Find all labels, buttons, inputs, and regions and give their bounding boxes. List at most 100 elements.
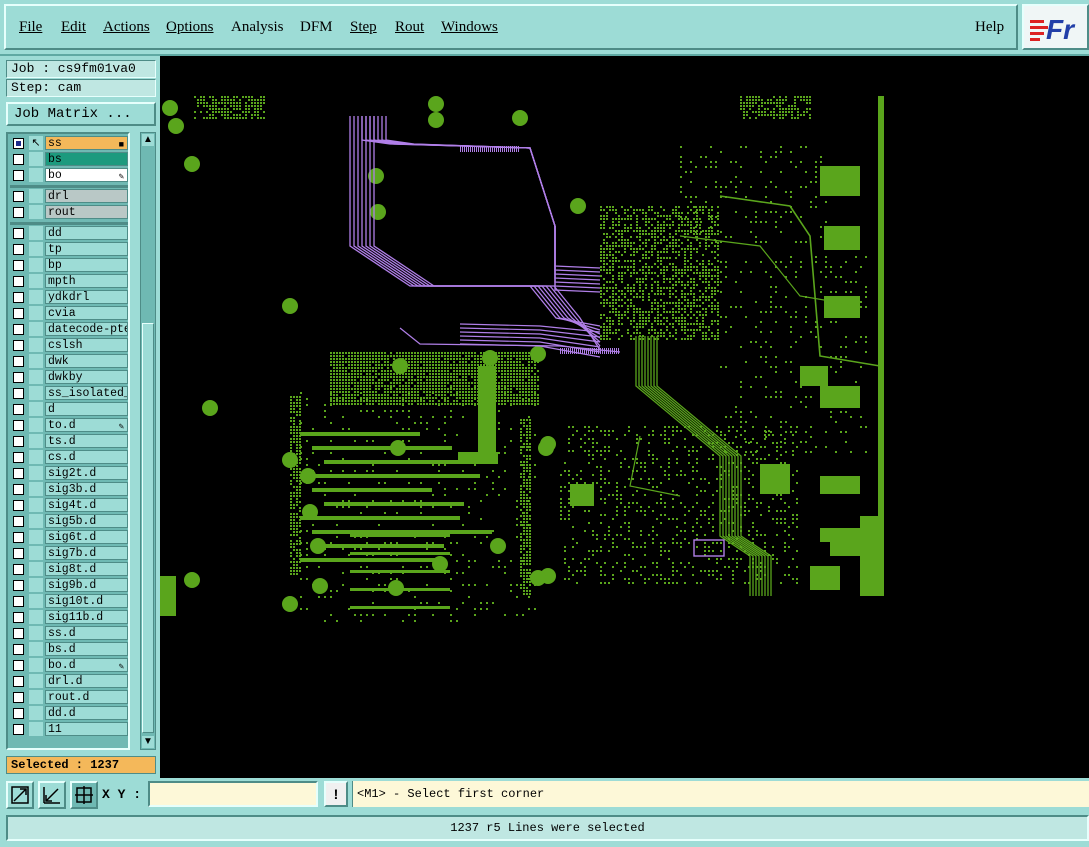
layer-name[interactable]: 11 <box>45 722 128 736</box>
menu-actions[interactable]: Actions <box>103 19 150 36</box>
menu-dfm[interactable]: DFM <box>300 19 333 36</box>
layer-slot[interactable] <box>29 530 43 544</box>
layer-checkbox[interactable] <box>13 372 24 383</box>
layer-name[interactable]: sig2t.d <box>45 466 128 480</box>
layer-checkbox[interactable] <box>13 484 24 495</box>
layer-slot[interactable] <box>29 466 43 480</box>
layer-checkbox[interactable] <box>13 244 24 255</box>
layer-slot[interactable] <box>29 450 43 464</box>
job-matrix-button[interactable]: Job Matrix ... <box>6 102 156 126</box>
menu-rout[interactable]: Rout <box>395 19 424 36</box>
layer-name[interactable]: bo.d ✎ <box>45 658 128 672</box>
layer-name[interactable]: cs.d <box>45 450 128 464</box>
layer-slot[interactable] <box>29 322 43 336</box>
layer-name[interactable]: ss.d <box>45 626 128 640</box>
layer-slot[interactable] <box>29 626 43 640</box>
layer-name[interactable]: dd.d <box>45 706 128 720</box>
layer-checkbox[interactable] <box>13 532 24 543</box>
layer-row-sig4t-d[interactable]: sig4t.d <box>10 498 128 513</box>
layer-row-rout[interactable]: rout <box>10 205 128 220</box>
layer-slot[interactable] <box>29 370 43 384</box>
layer-checkbox[interactable] <box>13 138 24 149</box>
layer-slot[interactable] <box>29 152 43 166</box>
layer-slot[interactable] <box>29 594 43 608</box>
layer-slot[interactable] <box>29 658 43 672</box>
layer-checkbox[interactable] <box>13 452 24 463</box>
menu-edit[interactable]: Edit <box>61 19 86 36</box>
layer-slot[interactable] <box>29 338 43 352</box>
layer-slot[interactable] <box>29 189 43 203</box>
layer-row-dd[interactable]: dd <box>10 226 128 241</box>
layer-name[interactable]: rout.d <box>45 690 128 704</box>
layer-slot[interactable] <box>29 674 43 688</box>
layer-checkbox[interactable] <box>13 292 24 303</box>
layer-name[interactable]: bp <box>45 258 128 272</box>
layer-checkbox[interactable] <box>13 580 24 591</box>
layer-slot[interactable] <box>29 546 43 560</box>
menu-file[interactable]: File <box>19 19 42 36</box>
layer-checkbox[interactable] <box>13 436 24 447</box>
layer-row-bs[interactable]: bs <box>10 152 128 167</box>
layer-slot[interactable] <box>29 242 43 256</box>
layer-slot[interactable] <box>29 168 43 182</box>
scroll-up-icon[interactable]: ▲ <box>142 134 154 146</box>
layer-name[interactable]: dd <box>45 226 128 240</box>
layer-row-d[interactable]: d <box>10 402 128 417</box>
layer-row-cslsh[interactable]: cslsh <box>10 338 128 353</box>
layer-row-sig6t-d[interactable]: sig6t.d <box>10 530 128 545</box>
zoom-tool-button[interactable] <box>6 781 34 809</box>
layer-row-drl[interactable]: drl <box>10 189 128 204</box>
layer-name[interactable]: drl.d <box>45 674 128 688</box>
layer-checkbox[interactable] <box>13 324 24 335</box>
menu-step[interactable]: Step <box>350 19 377 36</box>
layer-name[interactable]: cslsh <box>45 338 128 352</box>
layer-checkbox[interactable] <box>13 548 24 559</box>
layer-name[interactable]: bs.d <box>45 642 128 656</box>
layer-checkbox[interactable] <box>13 708 24 719</box>
layer-name[interactable]: ts.d <box>45 434 128 448</box>
layer-checkbox[interactable] <box>13 154 24 165</box>
layer-name[interactable]: ydkdrl <box>45 290 128 304</box>
layer-row-sig10t-d[interactable]: sig10t.d <box>10 594 128 609</box>
measure-tool-button[interactable] <box>38 781 66 809</box>
layer-slot[interactable] <box>29 642 43 656</box>
layer-checkbox[interactable] <box>13 404 24 415</box>
layer-checkbox[interactable] <box>13 628 24 639</box>
layer-row-bo[interactable]: bo ✎ <box>10 168 128 183</box>
layer-name[interactable]: drl <box>45 189 128 203</box>
layer-row-sig11b-d[interactable]: sig11b.d <box>10 610 128 625</box>
layer-name[interactable]: dwk <box>45 354 128 368</box>
layer-checkbox[interactable] <box>13 388 24 399</box>
layer-slot[interactable] <box>29 482 43 496</box>
layer-row-drl-d[interactable]: drl.d <box>10 674 128 689</box>
layer-name[interactable]: sig3b.d <box>45 482 128 496</box>
layer-row-dwk[interactable]: dwk <box>10 354 128 369</box>
layer-name[interactable]: d <box>45 402 128 416</box>
grid-snap-button[interactable] <box>70 781 98 809</box>
layer-slot[interactable] <box>29 290 43 304</box>
layer-slot[interactable] <box>29 722 43 736</box>
pointer-icon[interactable]: ↖ <box>29 136 43 150</box>
layer-row-bp[interactable]: bp <box>10 258 128 273</box>
layer-slot[interactable] <box>29 386 43 400</box>
layer-name[interactable]: to.d ✎ <box>45 418 128 432</box>
layer-name[interactable]: sig5b.d <box>45 514 128 528</box>
layer-row-cvia[interactable]: cvia <box>10 306 128 321</box>
layer-row-cs-d[interactable]: cs.d <box>10 450 128 465</box>
layer-slot[interactable] <box>29 418 43 432</box>
pause-button[interactable]: ! <box>324 781 348 807</box>
layer-checkbox[interactable] <box>13 191 24 202</box>
layer-checkbox[interactable] <box>13 596 24 607</box>
layer-name[interactable]: mpth <box>45 274 128 288</box>
layer-checkbox[interactable] <box>13 644 24 655</box>
layer-slot[interactable] <box>29 514 43 528</box>
menu-analysis[interactable]: Analysis <box>231 19 284 36</box>
layer-row-sig2t-d[interactable]: sig2t.d <box>10 466 128 481</box>
layer-row-mpth[interactable]: mpth <box>10 274 128 289</box>
layer-checkbox[interactable] <box>13 207 24 218</box>
layer-slot[interactable] <box>29 562 43 576</box>
menu-help[interactable]: Help <box>975 19 1004 36</box>
layer-checkbox[interactable] <box>13 468 24 479</box>
layer-row-ss[interactable]: ↖ ss ■ <box>10 136 128 151</box>
layer-row-sig3b-d[interactable]: sig3b.d <box>10 482 128 497</box>
